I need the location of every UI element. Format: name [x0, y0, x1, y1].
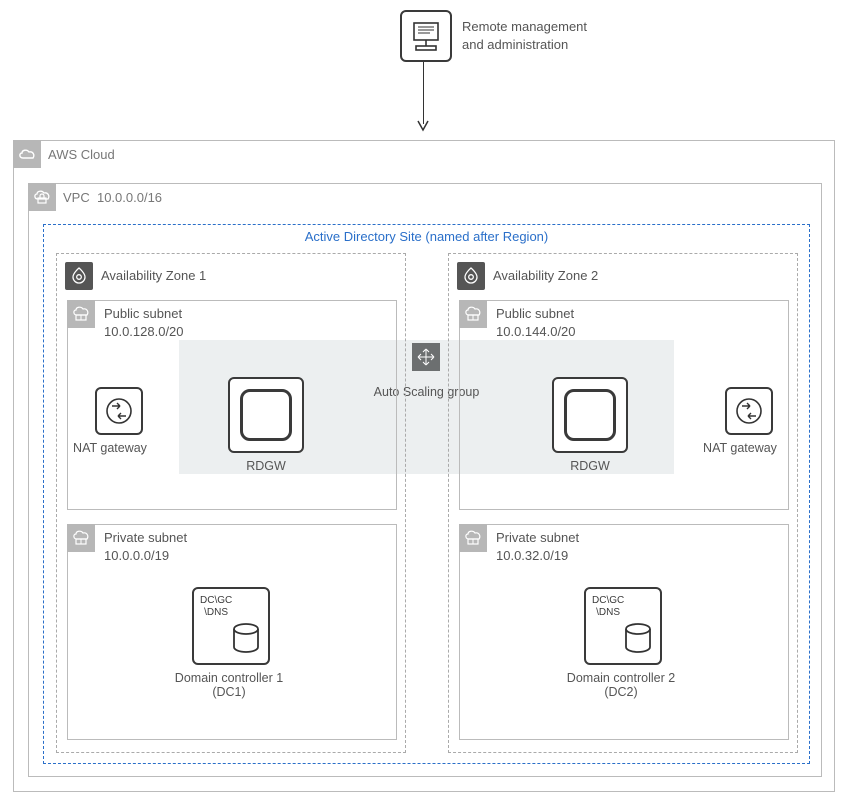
availability-zone-1: Availability Zone 1 Public subnet 10.0.1…	[56, 253, 406, 753]
az2-dc-label-l2: (DC2)	[551, 685, 691, 699]
vpc-label: VPC 10.0.0.0/16	[63, 190, 162, 205]
az1-private-cidr: 10.0.0.0/19	[104, 547, 187, 565]
dc-text: DC\GC \DNS	[200, 595, 232, 619]
aws-cloud-icon	[13, 140, 41, 168]
vpc-title: VPC	[63, 190, 90, 205]
az2-private-labels: Private subnet 10.0.32.0/19	[496, 529, 579, 564]
nat-gateway-icon	[725, 387, 773, 435]
workstation-label: Remote management and administration	[462, 18, 587, 53]
domain-controller-icon: DC\GC \DNS	[584, 587, 662, 665]
az2-dc-label-l1: Domain controller 2	[551, 671, 691, 685]
vpc-icon	[28, 183, 56, 211]
az1-dc: DC\GC \DNS Domain controller 1 (DC1)	[192, 587, 299, 699]
ad-site-title: Active Directory Site (named after Regio…	[44, 229, 809, 244]
vpc-container: VPC 10.0.0.0/16 Active Directory Site (n…	[28, 183, 822, 777]
az2-public-cidr: 10.0.144.0/20	[496, 323, 576, 341]
az1-nat: NAT gateway	[88, 387, 150, 455]
workstation-label-l2: and administration	[462, 36, 587, 54]
az2-private-title: Private subnet	[496, 529, 579, 547]
subnet-icon	[67, 300, 95, 328]
auto-scaling-icon	[412, 343, 440, 371]
az1-public-labels: Public subnet 10.0.128.0/20	[104, 305, 184, 340]
az1-dc-label-l1: Domain controller 1	[159, 671, 299, 685]
az2-nat-label: NAT gateway	[700, 441, 780, 455]
dc-text: DC\GC \DNS	[592, 595, 624, 619]
az2-rdgw: RDGW	[552, 377, 628, 473]
workstation-icon	[400, 10, 452, 62]
az1-public-cidr: 10.0.128.0/20	[104, 323, 184, 341]
az2-rdgw-label: RDGW	[552, 459, 628, 473]
az1-dc-label-l2: (DC1)	[159, 685, 299, 699]
az1-rdgw-label: RDGW	[228, 459, 304, 473]
az1-nat-label: NAT gateway	[70, 441, 150, 455]
az1-public-subnet: Public subnet 10.0.128.0/20 NAT gate	[67, 300, 397, 510]
az2-private-cidr: 10.0.32.0/19	[496, 547, 579, 565]
az2-public-subnet: Public subnet 10.0.144.0/20 RDGW	[459, 300, 789, 510]
aws-cloud-label: AWS Cloud	[48, 147, 115, 162]
az2-icon	[457, 262, 485, 290]
az1-rdgw: RDGW	[228, 377, 304, 473]
ad-site-container: Active Directory Site (named after Regio…	[43, 224, 810, 764]
az1-private-title: Private subnet	[104, 529, 187, 547]
workstation-label-l1: Remote management	[462, 18, 587, 36]
az1-private-subnet: Private subnet 10.0.0.0/19 DC\GC \DNS	[67, 524, 397, 740]
az2-nat: NAT gateway	[718, 387, 780, 455]
rdgw-icon	[552, 377, 628, 453]
az2-dc: DC\GC \DNS Domain controller 2 (DC2)	[584, 587, 691, 699]
az2-public-labels: Public subnet 10.0.144.0/20	[496, 305, 576, 340]
aws-cloud-container: AWS Cloud VPC 10.0.0.0/16 Active Directo…	[13, 140, 835, 792]
subnet-icon	[459, 524, 487, 552]
domain-controller-icon: DC\GC \DNS	[192, 587, 270, 665]
vpc-cidr: 10.0.0.0/16	[97, 190, 162, 205]
rdgw-icon	[228, 377, 304, 453]
arrow-down	[423, 62, 424, 134]
subnet-icon	[67, 524, 95, 552]
az1-private-labels: Private subnet 10.0.0.0/19	[104, 529, 187, 564]
az2-private-subnet: Private subnet 10.0.32.0/19 DC\GC \DNS	[459, 524, 789, 740]
az2-label: Availability Zone 2	[493, 268, 598, 283]
workstation-container	[400, 10, 452, 62]
az2-public-title: Public subnet	[496, 305, 576, 323]
az1-icon	[65, 262, 93, 290]
nat-gateway-icon	[95, 387, 143, 435]
subnet-icon	[459, 300, 487, 328]
availability-zone-2: Availability Zone 2 Public subnet 10.0.1…	[448, 253, 798, 753]
az1-public-title: Public subnet	[104, 305, 184, 323]
az1-label: Availability Zone 1	[101, 268, 206, 283]
